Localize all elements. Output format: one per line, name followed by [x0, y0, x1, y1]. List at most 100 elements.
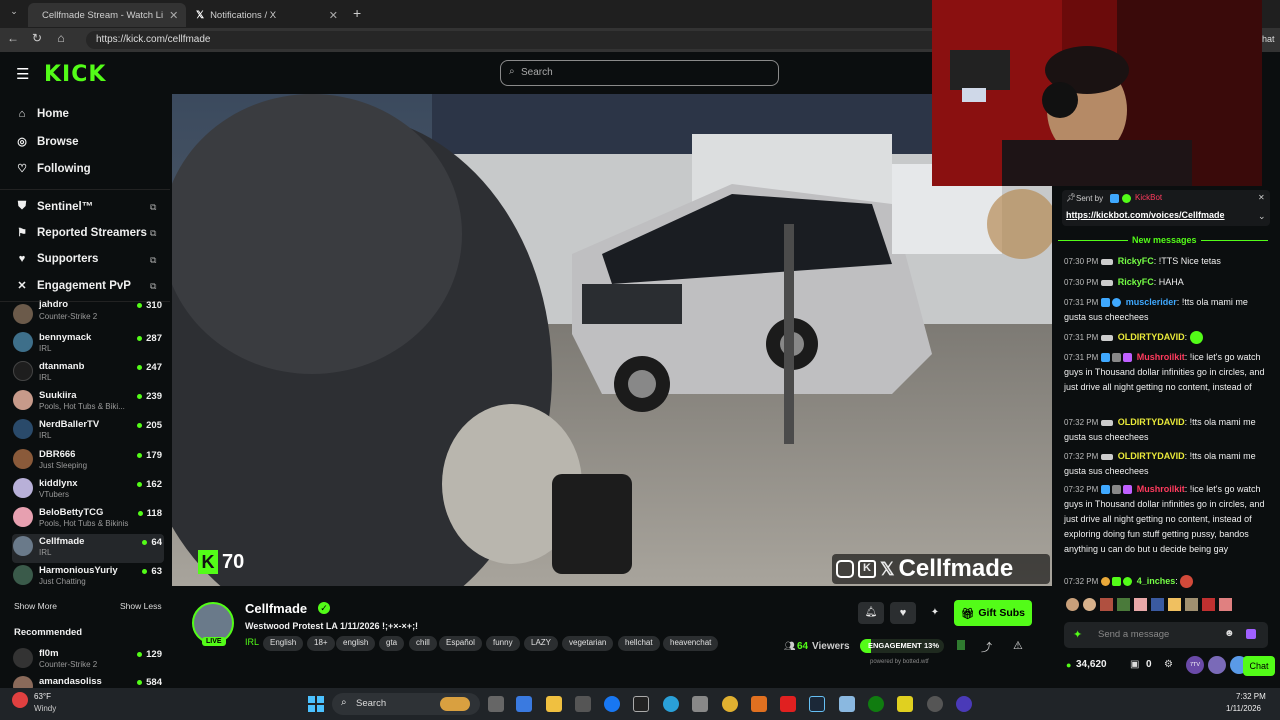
vlc-icon[interactable]: [751, 696, 767, 712]
following-channel[interactable]: dtanmanb IRL 247: [12, 359, 164, 388]
emote-icon[interactable]: [1117, 598, 1130, 611]
emote-icon[interactable]: [1185, 598, 1198, 611]
message-user[interactable]: OLDIRTYDAVID: [1118, 332, 1185, 342]
external-link-icon[interactable]: ⧉: [150, 202, 156, 213]
7tv-icon[interactable]: [1246, 629, 1256, 639]
message-user[interactable]: Mushroilkit: [1137, 484, 1185, 494]
app-icon[interactable]: [956, 696, 972, 712]
emote-icon[interactable]: [1134, 598, 1147, 611]
7tv-button-icon[interactable]: 7TV: [1186, 656, 1204, 674]
tag[interactable]: chill: [409, 636, 437, 651]
emoji-icon[interactable]: ☻: [1224, 628, 1235, 639]
emote-icon[interactable]: [1219, 598, 1232, 611]
sidebar-item-home[interactable]: ⌂ Home: [16, 108, 69, 120]
windows-start-icon[interactable]: [308, 696, 324, 712]
external-link-icon[interactable]: ⧉: [150, 255, 156, 266]
weather-icon[interactable]: [12, 692, 28, 708]
app-icon[interactable]: [839, 696, 855, 712]
hamburger-menu-icon[interactable]: ☰: [16, 65, 29, 83]
channel-points[interactable]: 34,620: [1076, 659, 1107, 670]
tag[interactable]: vegetarian: [562, 636, 614, 651]
profile-label[interactable]: hat: [1262, 34, 1275, 44]
tab-cellfmade[interactable]: Cellfmade Stream - Watch Li ✕: [28, 3, 186, 27]
tag[interactable]: English: [263, 636, 304, 651]
copilot-icon[interactable]: [516, 696, 532, 712]
kick-logo[interactable]: KICK: [44, 62, 106, 87]
emote-icon[interactable]: [1168, 598, 1181, 611]
store-icon[interactable]: [575, 696, 591, 712]
file-explorer-icon[interactable]: [546, 696, 562, 712]
sidebar-item-sentinel[interactable]: ⛊ Sentinel™: [16, 200, 93, 213]
message-user[interactable]: OLDIRTYDAVID: [1118, 451, 1185, 461]
following-channel[interactable]: HarmoniousYuriy Just Chatting 63: [12, 563, 164, 592]
following-channel[interactable]: BeloBettyTCG Pools, Hot Tubs & Bikinis 1…: [12, 505, 164, 534]
emote-icon[interactable]: [1083, 598, 1096, 611]
show-less-button[interactable]: Show Less: [120, 601, 162, 611]
url-field[interactable]: https://kick.com/cellfmade: [86, 31, 946, 49]
back-icon[interactable]: ←: [5, 31, 21, 45]
calculator-icon[interactable]: [692, 696, 708, 712]
following-channel[interactable]: jahdro Counter-Strike 2 310: [12, 299, 164, 331]
facebook-icon[interactable]: [604, 696, 620, 712]
tab-notifications-x[interactable]: 𝕏 Notifications / X ✕: [188, 3, 346, 27]
chat-send-button[interactable]: Chat: [1243, 656, 1275, 676]
sidebar-item-supporters[interactable]: ♥ Supporters: [16, 253, 99, 265]
xbox-icon[interactable]: [868, 696, 884, 712]
tag[interactable]: LAZY: [524, 636, 559, 651]
bell-icon[interactable]: 🔔︎: [858, 602, 884, 624]
following-channel[interactable]: bennymack IRL 287: [12, 330, 164, 359]
task-view-icon[interactable]: [488, 696, 504, 712]
video-player[interactable]: K 70 K 𝕏 Cellfmade: [172, 94, 1052, 586]
sidebar-item-engagement-pvp[interactable]: ✕ Engagement PvP: [16, 279, 131, 293]
following-channel[interactable]: kiddlynx VTubers 162: [12, 476, 164, 505]
emote-icon[interactable]: [1151, 598, 1164, 611]
gift-subs-button[interactable]: 🎁︎ Gift Subs: [954, 600, 1032, 626]
message-user[interactable]: RickyFC: [1118, 256, 1154, 266]
clock-date[interactable]: 1/11/2026: [1226, 704, 1261, 713]
chevron-down-icon[interactable]: ⌄: [1258, 211, 1266, 222]
message-user[interactable]: Mushroilkit: [1137, 352, 1185, 362]
emote-icon[interactable]: [1066, 598, 1079, 611]
stream-category[interactable]: IRL: [245, 637, 259, 647]
close-tab-icon[interactable]: ✕: [169, 9, 178, 22]
channel-name[interactable]: Cellfmade: [245, 601, 307, 616]
following-channel[interactable]: DBR666 Just Sleeping 179: [12, 447, 164, 476]
message-input[interactable]: ✦ Send a message ☻: [1064, 622, 1268, 648]
sidebar-item-browse[interactable]: ◎ Browse: [16, 135, 78, 149]
heart-icon[interactable]: ♥: [890, 602, 916, 624]
tag[interactable]: funny: [486, 636, 520, 651]
message-user[interactable]: 4_inches: [1137, 576, 1176, 586]
new-messages-divider[interactable]: New messages: [1128, 235, 1201, 245]
amazon-icon[interactable]: [633, 696, 649, 712]
home-icon[interactable]: ⌂: [53, 31, 69, 45]
clock-time[interactable]: 7:32 PM: [1236, 692, 1266, 701]
youtube-icon[interactable]: [780, 696, 796, 712]
notes-icon[interactable]: [897, 696, 913, 712]
sidebar-item-reported-streamers[interactable]: ⚑ Reported Streamers: [16, 226, 147, 240]
tag[interactable]: english: [336, 636, 376, 651]
reload-icon[interactable]: ↻: [29, 31, 45, 45]
gear-icon[interactable]: ⚙: [1164, 659, 1173, 670]
edge-icon[interactable]: [663, 696, 679, 712]
gif-button-icon[interactable]: [1208, 656, 1226, 674]
tag[interactable]: 18+: [307, 636, 335, 651]
close-tab-icon[interactable]: ✕: [329, 9, 338, 22]
show-more-button[interactable]: Show More: [14, 601, 57, 611]
following-channel[interactable]: Suukiira Pools, Hot Tubs & Biki... 239: [12, 388, 164, 417]
emote-icon[interactable]: [1100, 598, 1113, 611]
sparkle-icon[interactable]: ✦: [1073, 628, 1082, 641]
steam-icon[interactable]: [809, 696, 825, 712]
search-input[interactable]: ⌕ Search: [500, 60, 779, 86]
taskbar-search[interactable]: ⌕ Search: [332, 693, 480, 715]
tab-list-chevron-icon[interactable]: ⌄: [6, 6, 22, 17]
obs-icon[interactable]: [927, 696, 943, 712]
share-icon[interactable]: ⤴: [981, 639, 992, 655]
unpin-icon[interactable]: ✕: [1258, 193, 1265, 202]
bookmark-icon[interactable]: [957, 640, 965, 650]
message-user[interactable]: musclerider: [1126, 297, 1177, 307]
recommended-channel[interactable]: amandasoliss 584: [12, 674, 164, 688]
recommended-channel[interactable]: fl0m Counter-Strike 2 129: [12, 646, 164, 675]
message-user[interactable]: OLDIRTYDAVID: [1118, 417, 1185, 427]
following-channel-selected[interactable]: Cellfmade IRL 64: [12, 534, 164, 563]
new-tab-button[interactable]: +: [353, 5, 361, 21]
